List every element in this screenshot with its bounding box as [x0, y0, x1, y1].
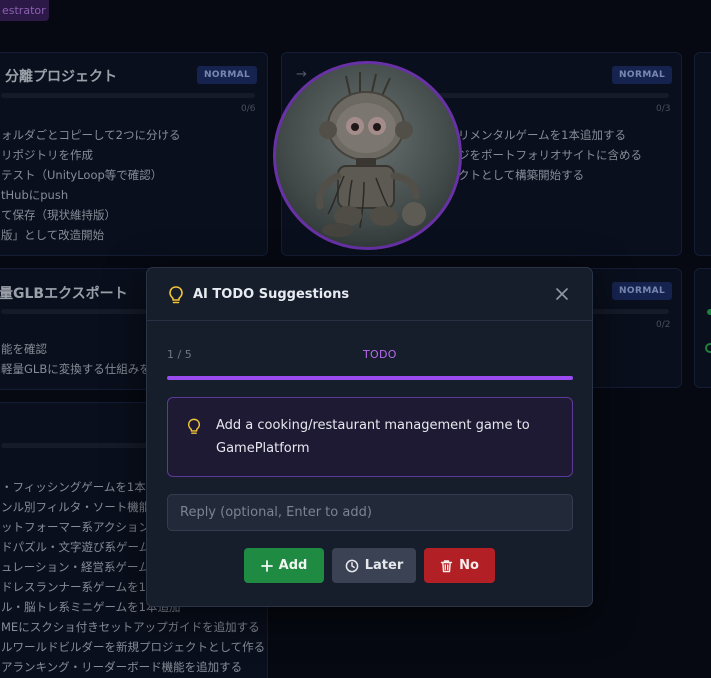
- reply-input[interactable]: [167, 494, 573, 531]
- trash-icon: [440, 559, 453, 572]
- add-button[interactable]: Add: [244, 548, 324, 583]
- add-button-label: Add: [278, 558, 308, 573]
- later-button[interactable]: Later: [332, 548, 416, 583]
- modal-header: AI TODO Suggestions: [147, 268, 592, 321]
- lightbulb-icon: [169, 286, 183, 304]
- no-button[interactable]: No: [424, 548, 495, 583]
- clock-icon: [345, 559, 359, 572]
- ai-todo-suggestions-modal: AI TODO Suggestions 1 / 5 TODO Add a coo…: [146, 267, 593, 607]
- app-stage: estrator 分離プロジェクト NORMAL 0/6 ォルダごとコピーして2…: [0, 0, 711, 678]
- modal-title: AI TODO Suggestions: [193, 287, 350, 302]
- lightbulb-icon: [187, 418, 201, 434]
- close-icon: [556, 288, 568, 300]
- suggestion-type: TODO: [363, 348, 397, 361]
- suggestion-counter: 1 / 5: [167, 348, 192, 361]
- suggestion-progress-bar: [167, 376, 573, 380]
- later-button-label: Later: [364, 558, 404, 573]
- close-button[interactable]: [552, 284, 572, 304]
- plus-icon: [260, 559, 273, 572]
- suggestion-card: Add a cooking/restaurant management game…: [167, 397, 573, 477]
- progress-fill: [167, 376, 573, 380]
- no-button-label: No: [459, 558, 479, 573]
- suggestion-text: Add a cooking/restaurant management game…: [216, 418, 530, 456]
